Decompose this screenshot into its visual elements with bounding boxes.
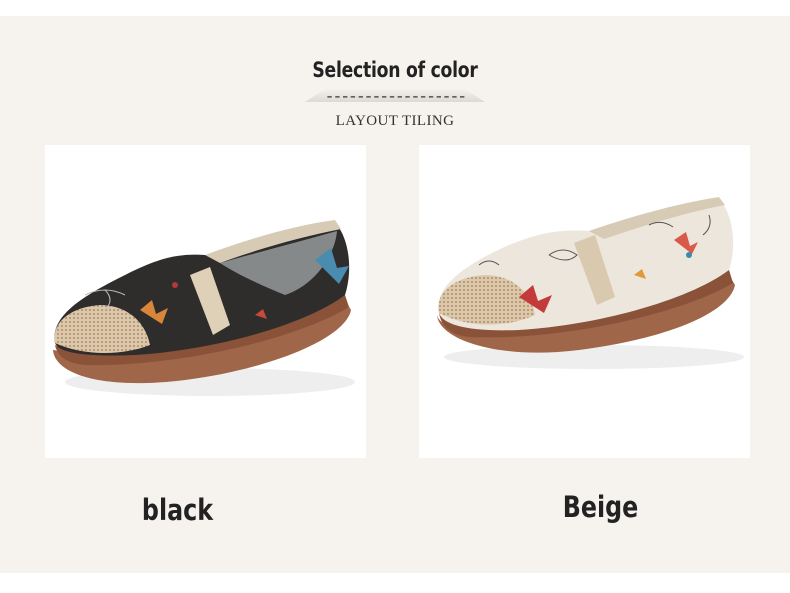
black-shoe-illustration bbox=[53, 220, 355, 396]
color-label-black: black bbox=[141, 493, 214, 527]
color-label-beige: Beige bbox=[562, 490, 639, 524]
title-dashed-divider: ------------------ bbox=[324, 88, 467, 106]
beige-shoe-illustration bbox=[437, 197, 744, 369]
product-image-beige[interactable] bbox=[419, 145, 750, 458]
product-image-black[interactable] bbox=[45, 145, 366, 458]
section-subtitle: LAYOUT TILING bbox=[335, 113, 455, 129]
section-title: Selection of color bbox=[312, 58, 478, 82]
